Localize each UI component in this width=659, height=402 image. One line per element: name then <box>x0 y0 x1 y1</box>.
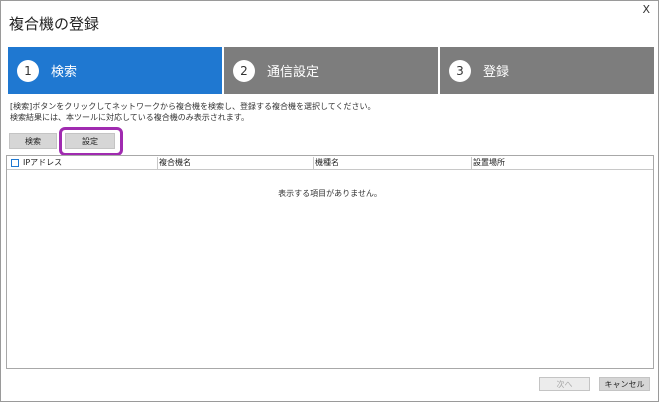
step-label: 検索 <box>51 65 78 80</box>
cancel-button[interactable]: キャンセル <box>599 377 650 391</box>
dialog-title: 複合機の登録 <box>9 15 100 33</box>
column-header-device-name[interactable]: 複合機名 <box>157 157 191 169</box>
instruction-line: 検索結果には、本ツールに対応している複合機のみ表示されます。 <box>10 113 249 122</box>
step-communication-settings: 2 通信設定 <box>224 47 438 94</box>
register-device-dialog: 複合機の登録 X 1 検索 2 通信設定 3 登録 [検索]ボタンをクリックして… <box>0 0 659 402</box>
step-search: 1 検索 <box>8 47 222 94</box>
step-number-badge: 3 <box>449 59 471 82</box>
step-register: 3 登録 <box>440 47 654 94</box>
step-number-badge: 1 <box>17 59 39 82</box>
step-label: 通信設定 <box>267 65 320 80</box>
column-header-location[interactable]: 設置場所 <box>471 157 505 169</box>
empty-message: 表示する項目がありません。 <box>278 189 382 198</box>
device-table: IPアドレス 複合機名 機種名 設置場所 表示する項目がありません。 <box>6 155 654 369</box>
wizard-steps: 1 検索 2 通信設定 3 登録 <box>8 47 654 94</box>
select-all-checkbox[interactable] <box>11 159 19 167</box>
search-button[interactable]: 検索 <box>9 133 57 149</box>
table-header: IPアドレス 複合機名 機種名 設置場所 <box>7 156 653 170</box>
instructions: [検索]ボタンをクリックしてネットワークから複合機を検索し、登録する複合機を選択… <box>10 101 376 123</box>
step-label: 登録 <box>483 65 510 80</box>
instruction-line: [検索]ボタンをクリックしてネットワークから複合機を検索し、登録する複合機を選択… <box>10 102 376 111</box>
close-icon[interactable]: X <box>642 3 650 16</box>
column-header-model-name[interactable]: 機種名 <box>313 157 339 169</box>
next-button[interactable]: 次へ <box>539 377 590 391</box>
settings-highlight-frame <box>59 127 123 156</box>
step-number-badge: 2 <box>233 59 255 82</box>
column-header-ip-address[interactable]: IPアドレス <box>23 157 62 169</box>
